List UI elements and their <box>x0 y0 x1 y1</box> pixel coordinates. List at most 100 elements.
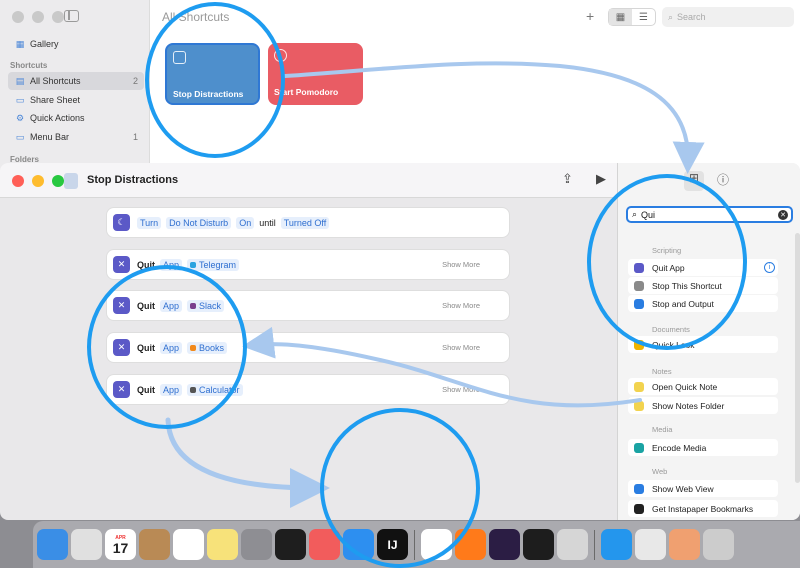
misc-icon[interactable] <box>703 529 734 560</box>
quit-icon: ✕ <box>113 339 130 356</box>
action-row[interactable]: ✕ Quit App Calculator Show More <box>107 375 509 404</box>
action-result-item[interactable]: Encode Media <box>628 439 778 456</box>
parameter-token[interactable]: App <box>160 299 183 312</box>
launchpad-icon[interactable] <box>71 529 102 560</box>
shortcut-tile-stop-distractions[interactable]: Stop Distractions <box>165 43 260 105</box>
window-controls[interactable] <box>12 175 64 187</box>
window-controls-inactive[interactable] <box>12 11 64 23</box>
app-token[interactable]: Telegram <box>187 258 240 271</box>
action-result-label: Open Quick Note <box>652 381 718 392</box>
add-action-icon[interactable]: ⊞ <box>684 171 704 191</box>
action-icon <box>634 483 644 494</box>
action-result-item[interactable]: Get Instapaper Bookmarks <box>628 500 778 517</box>
parameter-token[interactable]: Turn <box>137 216 162 229</box>
zoom-button[interactable] <box>52 175 64 187</box>
action-result-label: Stop and Output <box>652 298 714 309</box>
shortcut-icon[interactable] <box>64 173 78 189</box>
action-result-item[interactable]: Open Quick Note <box>628 378 778 395</box>
parameter-token[interactable]: App <box>160 341 183 354</box>
action-row[interactable]: ☾ Turn Do Not Disturb On until Turned Off <box>107 208 509 237</box>
action-text: until <box>259 217 276 228</box>
terminal-icon[interactable] <box>275 529 306 560</box>
list-view-icon[interactable]: ☰ <box>632 9 655 25</box>
app-token[interactable]: Slack <box>187 299 225 312</box>
show-more-button[interactable]: Show More <box>442 385 480 394</box>
parameter-token[interactable]: App <box>160 258 183 271</box>
parameter-token[interactable]: App <box>160 383 183 396</box>
quit-icon: ✕ <box>113 297 130 314</box>
parameter-token[interactable]: Turned Off <box>280 216 330 229</box>
docker-icon[interactable] <box>601 529 632 560</box>
section-header: Notes <box>652 367 672 376</box>
parameter-token[interactable]: On <box>236 216 255 229</box>
chrome-icon[interactable] <box>421 529 452 560</box>
app-token[interactable]: Calculator <box>187 383 243 396</box>
add-shortcut-icon[interactable]: + <box>586 8 594 24</box>
sidebar-item-gallery[interactable]: ▦ Gallery <box>8 35 144 53</box>
action-result-item[interactable]: Quit App <box>628 259 778 276</box>
timer-icon[interactable] <box>309 529 340 560</box>
notes-icon[interactable] <box>207 529 238 560</box>
parameter-token[interactable]: Do Not Disturb <box>166 216 232 229</box>
share-icon[interactable]: ⇪ <box>562 171 573 187</box>
action-result-item[interactable]: Quick Look <box>628 336 778 353</box>
action-icon <box>634 503 644 514</box>
action-result-label: Get Instapaper Bookmarks <box>652 503 754 514</box>
rocket-icon[interactable] <box>669 529 700 560</box>
show-more-button[interactable]: Show More <box>442 301 480 310</box>
obsidian-icon[interactable] <box>489 529 520 560</box>
sidebar-item-quick-actions[interactable]: ⚙ Quick Actions <box>8 109 144 127</box>
finder-icon[interactable] <box>37 529 68 560</box>
preview-icon[interactable] <box>557 529 588 560</box>
show-more-button[interactable]: Show More <box>442 260 480 269</box>
contacts-icon[interactable] <box>139 529 170 560</box>
sidebar-toggle-icon[interactable] <box>64 10 79 22</box>
gear-icon: ⚙ <box>15 112 25 123</box>
action-result-label: Quick Look <box>652 339 695 350</box>
actions-library-panel: ⊞ ⓘ ⌕ Qui ✕ Scripting Quit App i Stop This … <box>617 163 800 520</box>
dock: APR 17 IJ <box>33 521 800 568</box>
action-row[interactable]: ✕ Quit App Books Show More <box>107 333 509 362</box>
library-search-field[interactable]: ⌕ Search <box>662 7 794 27</box>
action-row[interactable]: ✕ Quit App Slack Show More <box>107 291 509 320</box>
clear-search-icon[interactable]: ✕ <box>778 209 788 220</box>
action-result-item[interactable]: Show Notes Folder <box>628 397 778 414</box>
action-result-item[interactable]: Stop and Output <box>628 295 778 312</box>
action-row[interactable]: ✕ Quit App Telegram Show More <box>107 250 509 279</box>
action-verb: Quit <box>137 259 155 270</box>
action-search-input[interactable]: ⌕ Qui ✕ <box>626 206 793 223</box>
action-icon <box>634 298 644 309</box>
close-button[interactable] <box>12 175 24 187</box>
view-switcher[interactable]: ▦ ☰ <box>608 8 656 26</box>
quit-icon: ✕ <box>113 381 130 398</box>
grid-view-icon[interactable]: ▦ <box>609 9 632 25</box>
show-more-button[interactable]: Show More <box>442 343 480 352</box>
app-token[interactable]: Books <box>187 341 228 354</box>
sidebar-item-share-sheet[interactable]: ▭ Share Sheet <box>8 91 144 109</box>
shortcut-tile-start-pomodoro[interactable]: Start Pomodoro <box>268 43 363 105</box>
panel-scrollbar[interactable] <box>795 233 800 483</box>
grid-icon: ▤ <box>15 75 25 86</box>
system-settings-icon[interactable] <box>241 529 272 560</box>
action-result-label: Encode Media <box>652 442 707 453</box>
action-result-label: Stop This Shortcut <box>652 280 722 291</box>
action-result-item[interactable]: Show Web View <box>628 480 778 497</box>
section-header: Documents <box>652 325 690 334</box>
action-icon <box>634 400 644 411</box>
action-result-item[interactable]: Stop This Shortcut <box>628 277 778 294</box>
reminders-icon[interactable] <box>173 529 204 560</box>
firefox-icon[interactable] <box>455 529 486 560</box>
info-icon[interactable]: i <box>764 262 775 273</box>
timer-icon <box>274 49 287 62</box>
sidebar-item-all-shortcuts[interactable]: ▤ All Shortcuts 2 <box>8 72 144 90</box>
sidebar-item-menu-bar[interactable]: ▭ Menu Bar 1 <box>8 128 144 146</box>
intellij-icon[interactable]: IJ <box>377 529 408 560</box>
info-icon[interactable]: ⓘ <box>717 171 729 188</box>
dock-separator <box>414 529 415 560</box>
git-icon[interactable] <box>635 529 666 560</box>
run-icon[interactable]: ▶ <box>596 171 606 187</box>
calendar-icon[interactable]: APR 17 <box>105 529 136 560</box>
raise-hand-icon[interactable] <box>343 529 374 560</box>
activity-monitor-icon[interactable] <box>523 529 554 560</box>
minimize-button[interactable] <box>32 175 44 187</box>
